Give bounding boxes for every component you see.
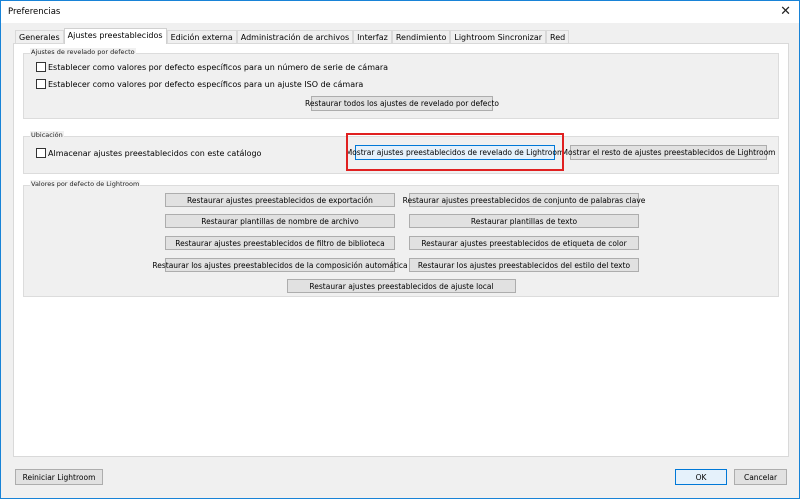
- checkbox-label: Almacenar ajustes preestablecidos con es…: [48, 148, 262, 158]
- cancel-button[interactable]: Cancelar: [734, 469, 787, 485]
- group-title: Valores por defecto de Lightroom: [30, 180, 141, 188]
- iso-default-checkbox[interactable]: Establecer como valores por defecto espe…: [36, 79, 363, 89]
- checkbox-box[interactable]: [36, 79, 46, 89]
- tab-edicion-externa[interactable]: Edición externa: [166, 30, 237, 44]
- restore-local-adjustment-presets-button[interactable]: Restaurar ajustes preestablecidos de aju…: [287, 279, 516, 293]
- tab-ajustes-preestablecidos[interactable]: Ajustes preestablecidos: [63, 28, 167, 44]
- ok-button[interactable]: OK: [675, 469, 727, 485]
- close-icon[interactable]: ✕: [780, 4, 791, 19]
- show-other-presets-button[interactable]: Mostrar el resto de ajustes preestableci…: [562, 145, 776, 160]
- restore-library-filter-presets-button[interactable]: Restaurar ajustes preestablecidos de fil…: [165, 236, 395, 250]
- restore-filename-templates-button[interactable]: Restaurar plantillas de nombre de archiv…: [165, 214, 395, 228]
- restore-auto-layout-presets-button[interactable]: Restaurar los ajustes preestablecidos de…: [152, 258, 408, 272]
- checkbox-box[interactable]: [36, 62, 46, 72]
- highlight-box: [346, 133, 564, 171]
- tab-lightroom-sincronizar[interactable]: Lightroom Sincronizar: [450, 30, 547, 44]
- tab-administracion-archivos[interactable]: Administración de archivos: [236, 30, 354, 44]
- checkbox-label: Establecer como valores por defecto espe…: [48, 79, 364, 89]
- window-title: Preferencias: [8, 7, 61, 17]
- tab-generales[interactable]: Generales: [15, 30, 64, 44]
- restore-export-presets-button[interactable]: Restaurar ajustes preestablecidos de exp…: [165, 193, 395, 207]
- restore-all-develop-button[interactable]: Restaurar todos los ajustes de revelado …: [305, 96, 499, 111]
- restore-text-templates-button[interactable]: Restaurar plantillas de texto: [409, 214, 639, 228]
- title-bar: Preferencias ✕: [1, 1, 799, 23]
- store-with-catalog-checkbox[interactable]: Almacenar ajustes preestablecidos con es…: [36, 148, 261, 158]
- group-title: Ubicación: [30, 131, 64, 139]
- tab-rendimiento[interactable]: Rendimiento: [391, 30, 451, 44]
- restore-keyword-set-presets-button[interactable]: Restaurar ajustes preestablecidos de con…: [403, 193, 645, 207]
- checkbox-label: Establecer como valores por defecto espe…: [48, 62, 389, 72]
- restore-text-style-presets-button[interactable]: Restaurar los ajustes preestablecidos de…: [409, 258, 639, 272]
- restore-color-label-presets-button[interactable]: Restaurar ajustes preestablecidos de eti…: [409, 236, 639, 250]
- restart-lightroom-button[interactable]: Reiniciar Lightroom: [15, 469, 103, 485]
- serial-default-checkbox[interactable]: Establecer como valores por defecto espe…: [36, 62, 388, 72]
- preferences-dialog: Preferencias ✕ Generales Ajustes preesta…: [0, 0, 800, 499]
- tab-interfaz[interactable]: Interfaz: [353, 30, 392, 44]
- tab-red[interactable]: Red: [546, 30, 570, 44]
- group-title: Ajustes de revelado por defecto: [30, 48, 136, 56]
- tab-bar: Generales Ajustes preestablecidos Edició…: [15, 28, 570, 44]
- checkbox-box[interactable]: [36, 148, 46, 158]
